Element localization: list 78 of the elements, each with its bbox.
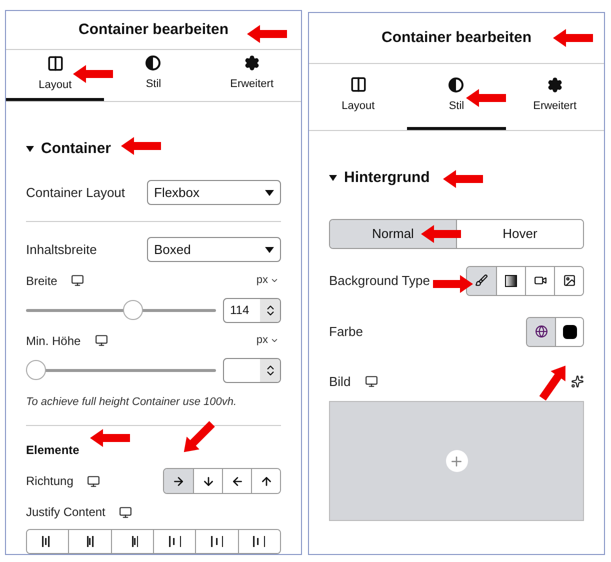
pointer-arrow: [553, 29, 593, 47]
justify-icon: [168, 536, 181, 547]
panel-title: Container bearbeiten: [381, 28, 532, 48]
type-button[interactable]: [554, 266, 583, 294]
panel-tab[interactable]: Layout: [309, 64, 408, 130]
direction-button[interactable]: [251, 469, 280, 493]
arrow-icon: [202, 474, 214, 488]
caret-icon: [26, 146, 34, 152]
field-label: Background Type: [329, 272, 430, 290]
field-label: Container Layout: [26, 184, 126, 202]
panel-tab[interactable]: Erweitert: [506, 64, 604, 130]
pointer-arrow: [73, 65, 113, 83]
caret-icon: [329, 175, 337, 182]
field-label: Justify Content: [26, 504, 106, 521]
number-field[interactable]: 114: [223, 298, 281, 322]
global-color-button[interactable]: [527, 318, 555, 346]
field-label: Breite: [26, 272, 58, 290]
monitor-icon[interactable]: [364, 374, 378, 388]
add-icon[interactable]: [446, 450, 468, 472]
justify-button[interactable]: [238, 530, 280, 553]
brush-icon: [475, 274, 488, 287]
field-label: Inhaltsbreite: [26, 240, 97, 259]
slider-thumb[interactable]: [26, 360, 46, 380]
monitor-icon[interactable]: [87, 474, 100, 488]
panel-tab[interactable]: Stil: [104, 50, 203, 101]
contrast-icon: [448, 76, 464, 93]
chevron-icon: [270, 276, 279, 285]
pointer-arrow: [433, 275, 473, 293]
sparkle-icon[interactable]: [571, 374, 584, 388]
number-field[interactable]: [223, 358, 281, 382]
columns-icon: [350, 76, 367, 94]
monitor-icon[interactable]: [71, 274, 84, 287]
field-label: Min. Höhe: [26, 332, 81, 350]
settings-icon: [546, 76, 563, 93]
settings-icon: [244, 55, 260, 72]
caret-icon: [265, 246, 274, 252]
justify-icon: [253, 536, 266, 547]
monitor-icon[interactable]: [94, 334, 108, 347]
arrow-icon: [172, 474, 185, 488]
group-heading: Elemente: [26, 442, 80, 459]
select-field[interactable]: Boxed: [147, 237, 281, 262]
globe-icon: [534, 325, 548, 338]
state-tab[interactable]: Hover: [456, 220, 583, 248]
pointer-arrow: [466, 89, 506, 107]
field-label: Richtung: [26, 473, 74, 490]
caret-icon: [265, 190, 274, 196]
arrow-icon: [260, 474, 272, 488]
section-header[interactable]: Container: [26, 138, 281, 160]
video-icon: [534, 274, 546, 287]
pointer-arrow: [443, 170, 483, 188]
slider[interactable]: [26, 300, 216, 320]
color-swatch[interactable]: [555, 318, 583, 346]
select-field[interactable]: Flexbox: [147, 180, 281, 205]
type-button[interactable]: [467, 266, 496, 294]
pointer-arrow: [421, 225, 461, 243]
panel-title: Container bearbeiten: [78, 20, 229, 40]
panel-tab[interactable]: Erweitert: [202, 50, 301, 101]
hint-text: To achieve full height Container use 100vh.: [26, 394, 238, 410]
direction-button[interactable]: [164, 469, 193, 493]
pointer-arrow: [247, 25, 287, 43]
slider-thumb[interactable]: [122, 300, 143, 320]
state-tab[interactable]: Normal: [330, 220, 456, 248]
field-label: Bild: [329, 372, 351, 390]
image-icon: [562, 274, 576, 287]
gradient-icon: [505, 274, 517, 286]
monitor-icon[interactable]: [119, 506, 132, 518]
unit-selector[interactable]: px: [256, 272, 281, 289]
arrow-icon: [230, 474, 244, 488]
pointer-arrow: [121, 137, 161, 155]
chevron-icon: [270, 336, 279, 345]
justify-icon: [210, 536, 223, 547]
slider[interactable]: [26, 360, 216, 380]
field-label: Farbe: [329, 322, 363, 341]
columns-icon: [46, 54, 64, 72]
pointer-arrow: [90, 429, 130, 447]
section-header[interactable]: Hintergrund: [329, 167, 584, 190]
contrast-icon: [145, 55, 162, 72]
unit-selector[interactable]: px: [256, 332, 281, 349]
